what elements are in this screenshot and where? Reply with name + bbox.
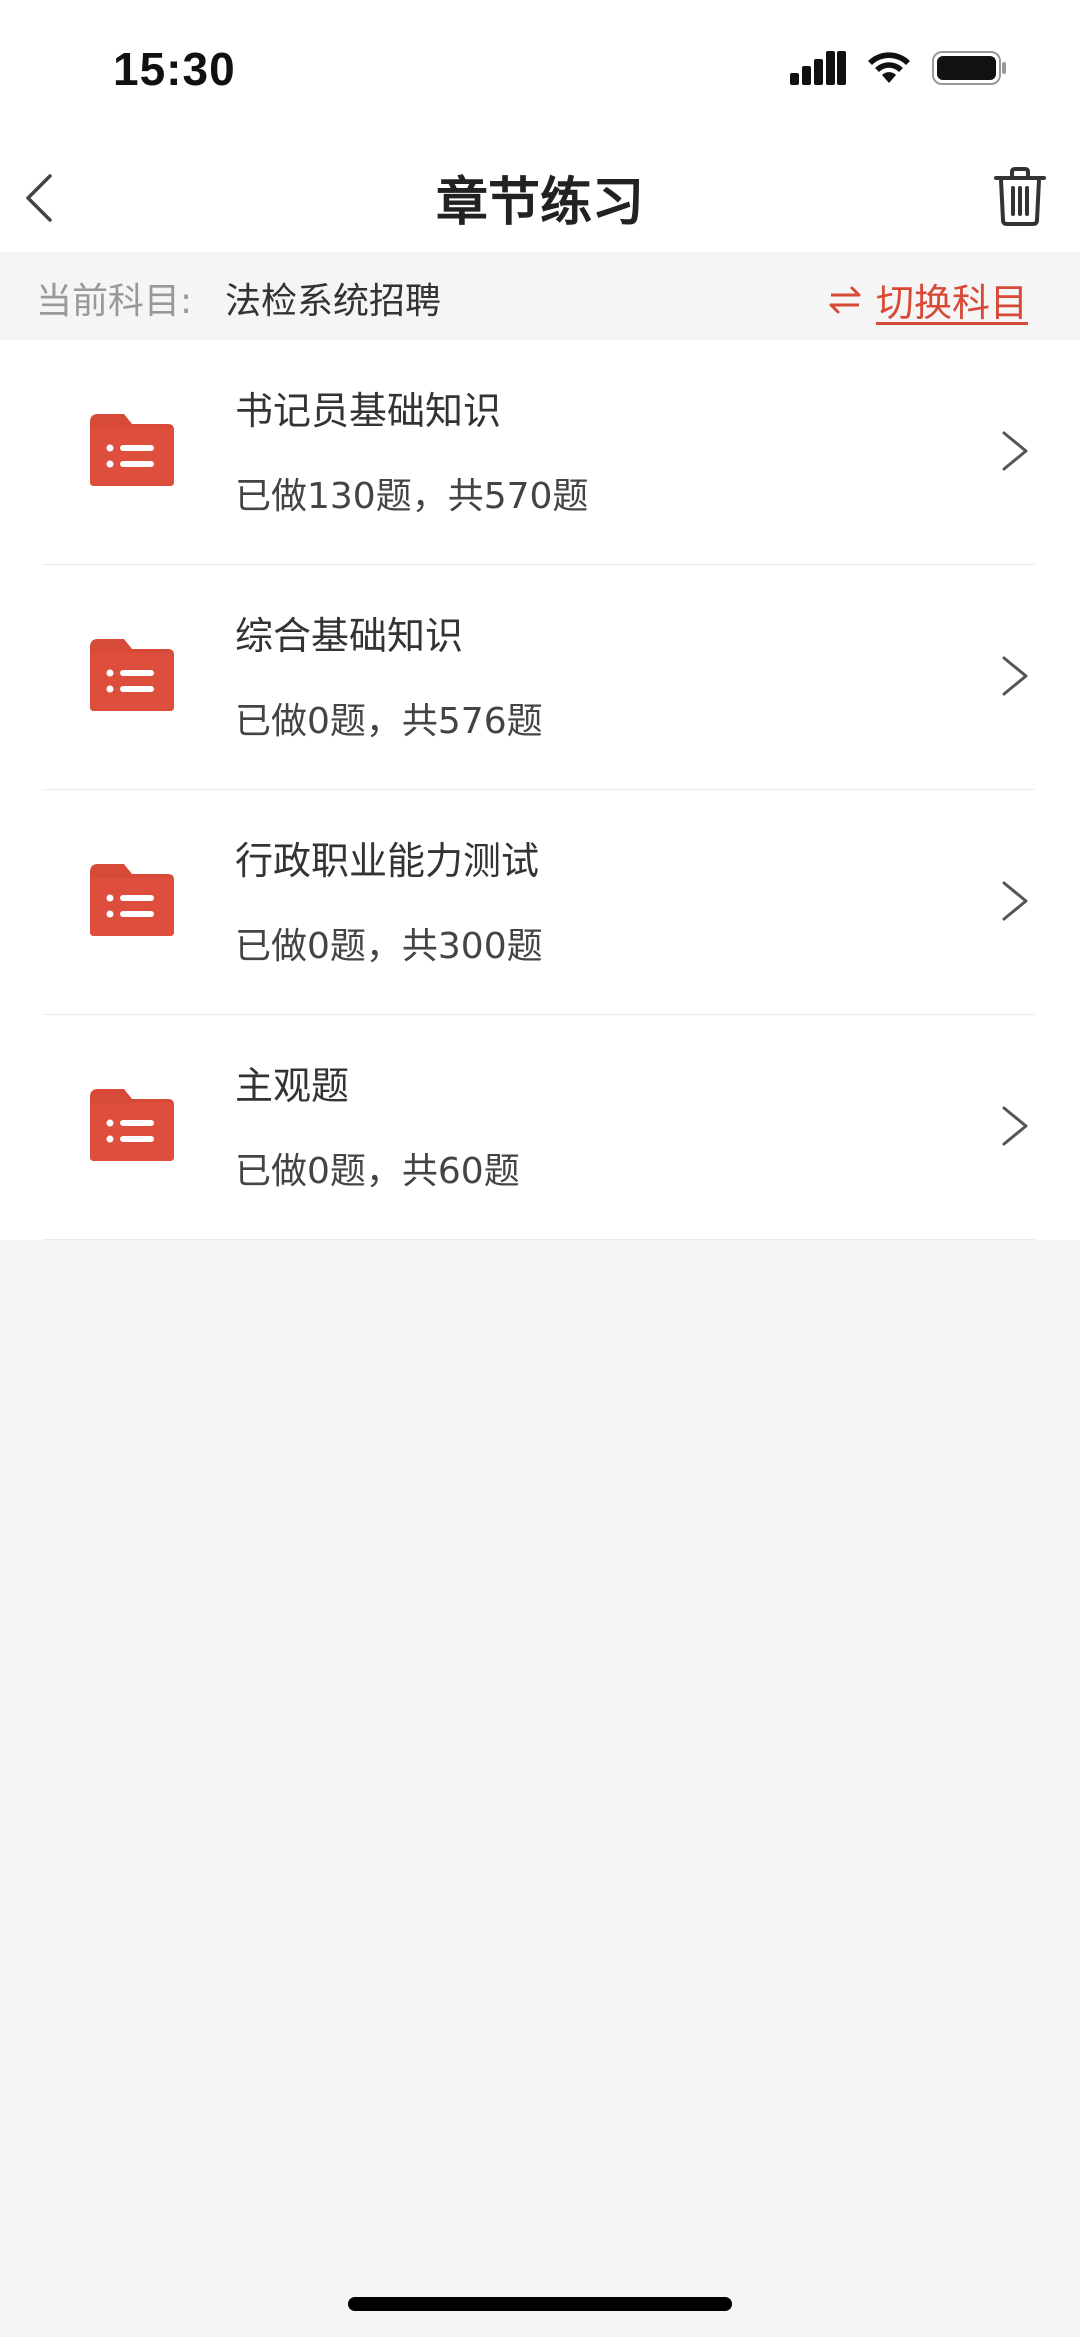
trash-icon[interactable] — [990, 164, 1050, 228]
subject-label: 当前科目: — [36, 281, 193, 322]
nav-bar: 章节练习 — [0, 140, 1080, 252]
status-bar: 15:30 — [0, 0, 1080, 140]
page-title: 章节练习 — [435, 173, 644, 233]
list-item[interactable]: 主观题 已做0题，共60题 — [0, 1015, 1080, 1240]
chevron-right-icon — [1002, 881, 1028, 921]
chapter-list: 书记员基础知识 已做130题，共570题 综合基础知识 已做0题，共576题 行… — [0, 340, 1080, 1240]
chevron-right-icon — [1002, 1106, 1028, 1146]
chapter-title: 书记员基础知识 — [235, 389, 502, 433]
list-item[interactable]: 综合基础知识 已做0题，共576题 — [0, 565, 1080, 790]
chapter-title: 行政职业能力测试 — [235, 839, 540, 883]
chapter-title: 主观题 — [235, 1064, 350, 1108]
switch-subject-label: 切换科目 — [875, 281, 1028, 325]
folder-list-icon — [90, 414, 174, 486]
swap-arrows-icon — [829, 286, 861, 313]
subject-bar: 当前科目: 法检系统招聘 切换科目 — [0, 252, 1080, 340]
wifi-icon — [868, 52, 910, 83]
divider — [42, 1239, 1035, 1240]
folder-list-icon — [90, 864, 174, 936]
subject-value: 法检系统招聘 — [225, 281, 442, 322]
list-item[interactable]: 书记员基础知识 已做130题，共570题 — [0, 340, 1080, 565]
chapter-progress: 已做0题，共300题 — [235, 926, 543, 967]
folder-list-icon — [90, 1089, 174, 1161]
chapter-progress: 已做0题，共60题 — [235, 1151, 520, 1192]
chapter-progress: 已做0题，共576题 — [235, 701, 543, 742]
signal-icon — [790, 51, 846, 85]
list-item[interactable]: 行政职业能力测试 已做0题，共300题 — [0, 790, 1080, 1015]
chapter-title: 综合基础知识 — [235, 614, 464, 658]
chevron-right-icon — [1002, 656, 1028, 696]
battery-icon — [932, 51, 1006, 85]
chevron-right-icon — [1002, 431, 1028, 471]
status-icons — [790, 50, 1008, 86]
status-time: 15:30 — [113, 43, 236, 95]
switch-subject-button[interactable]: 切换科目 — [828, 272, 1028, 327]
chapter-progress: 已做130题，共570题 — [235, 476, 589, 517]
home-indicator[interactable] — [348, 2297, 732, 2311]
folder-list-icon — [90, 639, 174, 711]
